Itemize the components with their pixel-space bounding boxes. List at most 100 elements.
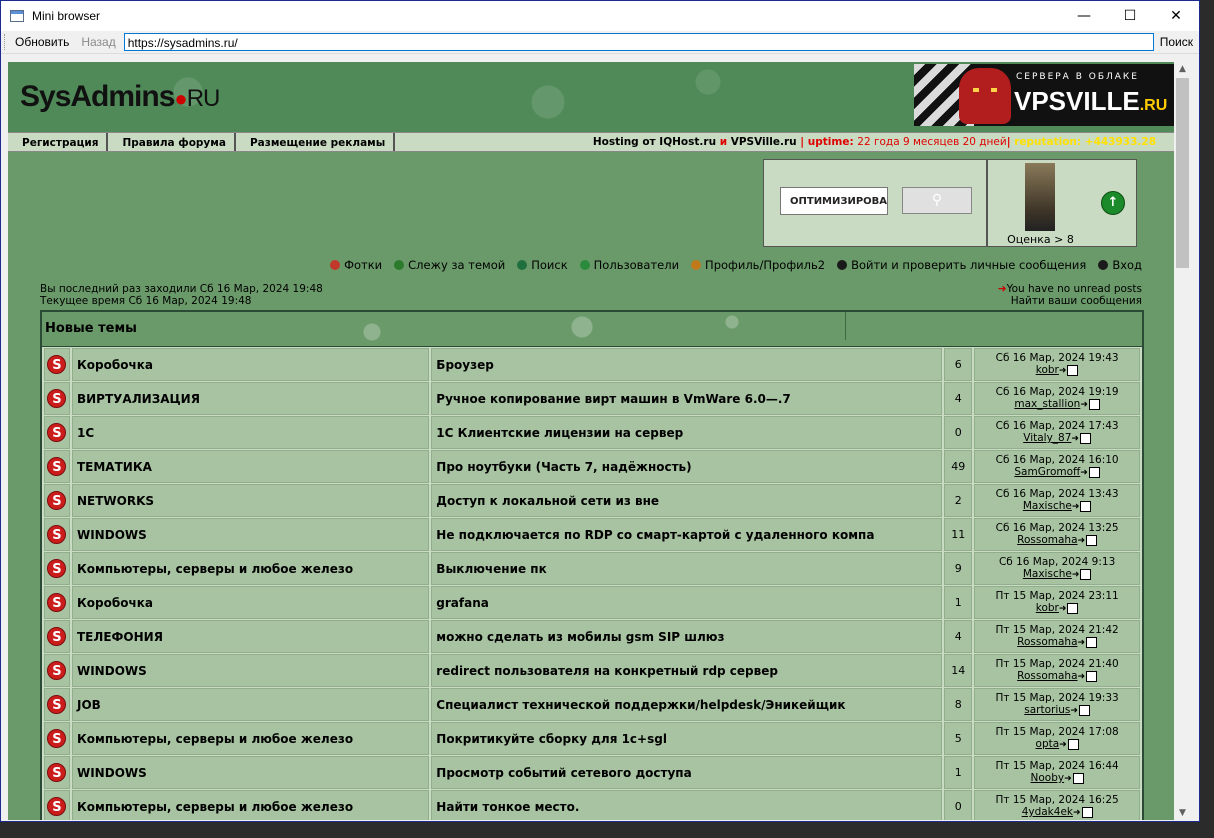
url-input[interactable]: https://sysadmins.ru/ [123,33,1154,51]
ad-banner[interactable]: СЕРВЕРА В ОБЛАКЕ VPSVILLE.RU [914,64,1174,126]
maximize-button[interactable]: ☐ [1107,1,1153,31]
menu-item[interactable]: Слежу за темой [394,258,505,272]
goto-post-icon[interactable] [1088,398,1100,410]
site-logo[interactable]: SysAdmins●RU [20,80,221,114]
last-post-user[interactable]: Rossomaha [1017,636,1077,648]
menu-item[interactable]: Профиль/Профиль2 [691,258,825,272]
forum-name[interactable]: JOB [71,688,430,721]
scroll-up-icon[interactable]: ▲ [1174,64,1191,74]
refresh-button[interactable]: Обновить [9,35,75,49]
topic-title[interactable]: Специалист технической поддержки/helpdes… [431,688,943,721]
goto-post-icon[interactable] [1078,704,1090,716]
back-button[interactable]: Назад [75,35,121,49]
hosting-info: Hosting от IQHost.ru и VPSVille.ru | upt… [592,136,1156,148]
logo-ru: RU [186,85,221,112]
forum-name[interactable]: Коробочка [71,586,430,619]
last-post-user[interactable]: Rossomaha [1017,670,1077,682]
arrow-up-icon[interactable]: ↑ [1101,191,1125,215]
reply-count: 4 [944,382,973,415]
minimize-button[interactable]: — [1061,1,1107,31]
goto-post-icon[interactable] [1081,806,1093,818]
forum-name[interactable]: Компьютеры, серверы и любое железо [71,722,430,755]
topic-title[interactable]: Покритикуйте сборку для 1с+sgl [431,722,943,755]
search-button[interactable]: Поиск [1154,35,1199,49]
goto-post-icon[interactable] [1086,670,1098,682]
forum-name[interactable]: WINDOWS [71,518,430,551]
nav-advertising[interactable]: Размещение рекламы [236,133,396,151]
table-row: S Коробочка Броузер 6 Сб 16 Мар, 2024 19:43 k… [44,348,1140,381]
goto-post-icon[interactable] [1067,602,1079,614]
topic-title[interactable]: Доступ к локальной сети из вне [431,484,943,517]
last-post-user[interactable]: Maxische [1023,500,1072,512]
topic-title[interactable]: Броузер [431,348,943,381]
hosting-vpsville[interactable]: VPSVille.ru [731,136,797,148]
goto-post-icon[interactable] [1067,364,1079,376]
hosting-iqhost[interactable]: Hosting от IQHost.ru [593,136,716,148]
topic-title[interactable]: Выключение пк [431,552,943,585]
title-bar: Mini browser — ☐ ✕ [1,1,1199,31]
forum-name[interactable]: Компьютеры, серверы и любое железо [71,790,430,820]
forum-name[interactable]: ВИРТУАЛИЗАЦИЯ [71,382,430,415]
menu-item[interactable]: Пользователи [579,258,679,272]
last-post-cell: Пт 15 Мар, 2024 16:44 Nooby➜ [974,756,1140,789]
last-post-cell: Пт 15 Мар, 2024 17:08 opta➜ [974,722,1140,755]
no-unread-link[interactable]: ➜You have no unread posts [998,283,1142,295]
last-post-user[interactable]: SamGromoff [1014,466,1080,478]
banner-tagline: СЕРВЕРА В ОБЛАКЕ [1016,72,1139,82]
last-post-user[interactable]: Nooby [1031,772,1065,784]
scroll-thumb[interactable] [1176,78,1189,268]
site-search-input[interactable]: ОПТИМИЗИРОВА [780,187,888,215]
last-post-cell: Сб 16 Мар, 2024 19:19 max_stallion➜ [974,382,1140,415]
last-post-user[interactable]: Rossomaha [1017,534,1077,546]
last-post-user[interactable]: opta [1036,738,1060,750]
topic-title[interactable]: Про ноутбуки (Часть 7, надёжность) [431,450,943,483]
forum-name[interactable]: WINDOWS [71,756,430,789]
nav-register[interactable]: Регистрация [8,133,109,151]
last-post-user[interactable]: 4ydak4ek [1022,806,1073,818]
goto-post-icon[interactable] [1079,432,1091,444]
goto-post-icon[interactable] [1086,534,1098,546]
vertical-scrollbar[interactable]: ▲ ▼ [1174,62,1191,820]
find-posts-link[interactable]: Найти ваши сообщения [998,295,1142,307]
topic-title[interactable]: Найти тонкое место. [431,790,943,820]
goto-post-icon[interactable] [1080,568,1092,580]
forum-name[interactable]: Компьютеры, серверы и любое железо [71,552,430,585]
last-post-user[interactable]: Vitaly_87 [1023,432,1071,444]
last-post-user[interactable]: Maxische [1023,568,1072,580]
forum-name[interactable]: ТЕМАТИКА [71,450,430,483]
menu-item[interactable]: Вход [1098,258,1142,272]
topic-title[interactable]: 1С Клиентские лицензии на сервер [431,416,943,449]
forum-name[interactable]: ТЕЛЕФОНИЯ [71,620,430,653]
topic-title[interactable]: можно сделать из мобилы gsm SIP шлюз [431,620,943,653]
scroll-down-icon[interactable]: ▼ [1174,808,1191,818]
reply-count: 1 [944,756,973,789]
goto-post-icon[interactable] [1072,772,1084,784]
topic-title[interactable]: grafana [431,586,943,619]
nav-rules[interactable]: Правила форума [108,133,236,151]
last-post-cell: Пт 15 Мар, 2024 21:40 Rossomaha➜ [974,654,1140,687]
topic-title[interactable]: Не подключается по RDP со смарт-картой с… [431,518,943,551]
last-post-date: Сб 16 Мар, 2024 13:43 [995,488,1119,500]
last-post-user[interactable]: max_stallion [1014,398,1080,410]
menu-item[interactable]: Войти и проверить личные сообщения [837,258,1086,272]
goto-post-icon[interactable] [1067,738,1079,750]
forum-name[interactable]: 1С [71,416,430,449]
goto-post-icon[interactable] [1086,636,1098,648]
avatar[interactable] [1025,163,1055,231]
last-post-user[interactable]: kobr [1036,602,1059,614]
goto-post-icon[interactable] [1088,466,1100,478]
forum-name[interactable]: Коробочка [71,348,430,381]
topic-title[interactable]: Ручное копирование вирт машин в VmWare 6… [431,382,943,415]
forum-name[interactable]: NETWORKS [71,484,430,517]
last-post-user[interactable]: sartorius [1024,704,1070,716]
forum-name[interactable]: WINDOWS [71,654,430,687]
goto-post-icon[interactable] [1080,500,1092,512]
last-post-user[interactable]: kobr [1036,364,1059,376]
menu-item[interactable]: Поиск [517,258,568,272]
topic-title[interactable]: Просмотр событий сетевого доступа [431,756,943,789]
site-search-button[interactable]: ⚲ [902,187,972,214]
topic-title[interactable]: redirect пользователя на конкретный rdp … [431,654,943,687]
menu-item[interactable]: Фотки [330,258,382,272]
close-button[interactable]: ✕ [1153,1,1199,31]
menu-item-label: Вход [1112,258,1142,272]
